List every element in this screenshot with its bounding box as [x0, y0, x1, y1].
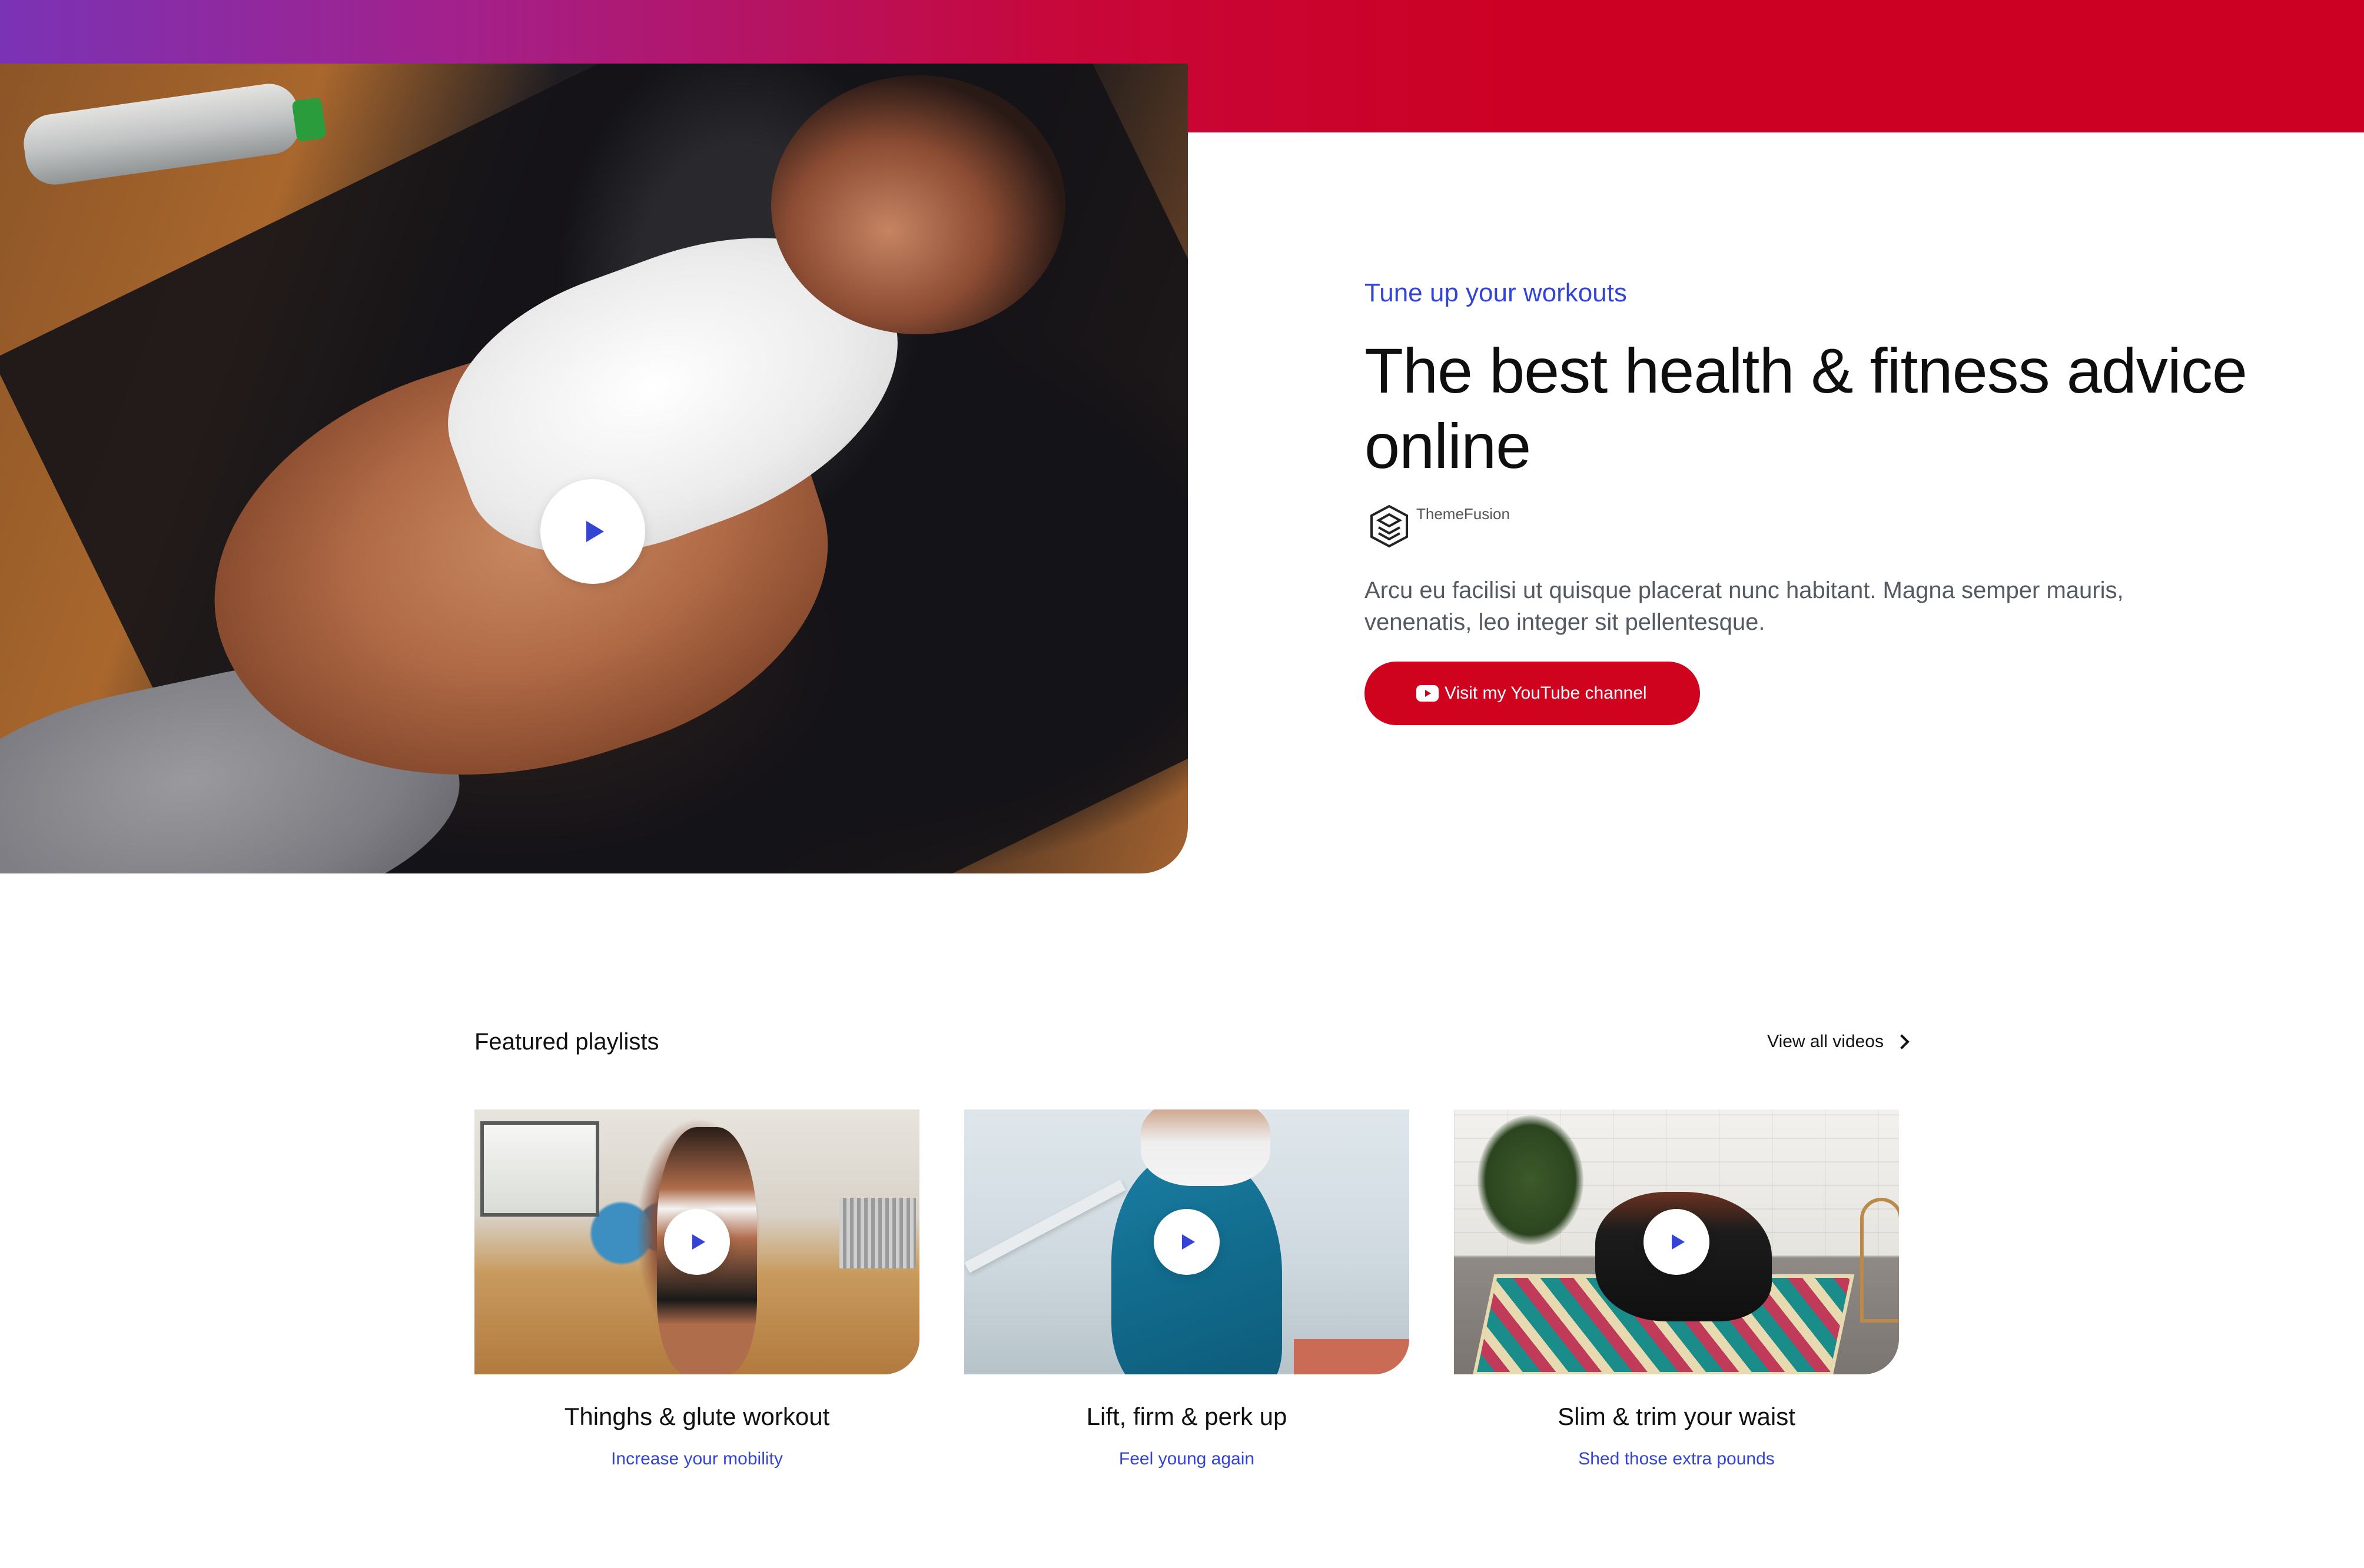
featured-playlists-section: Featured playlists View all videos Thing…: [474, 1024, 1910, 1469]
featured-header: Featured playlists View all videos: [474, 1024, 1910, 1059]
plant-shape: [1478, 1115, 1583, 1245]
hero-content: Tune up your workouts The best health & …: [1364, 277, 2247, 725]
playlist-subtitle[interactable]: Increase your mobility: [474, 1449, 919, 1469]
hero-title: The best health & fitness advice online: [1364, 335, 2247, 481]
play-icon: [692, 1234, 705, 1250]
head-shape: [771, 75, 1065, 334]
playlist-title[interactable]: Lift, firm & perk up: [964, 1401, 1409, 1433]
playlist-thumbnail[interactable]: [474, 1109, 919, 1374]
playlist-title[interactable]: Thinghs & glute workout: [474, 1401, 919, 1433]
hero-play-button[interactable]: [540, 479, 645, 584]
playlist-subtitle[interactable]: Feel young again: [964, 1449, 1409, 1469]
play-icon: [586, 521, 604, 542]
handrail-shape: [964, 1180, 1126, 1273]
play-icon: [1182, 1234, 1195, 1250]
featured-title: Featured playlists: [474, 1028, 659, 1055]
view-all-videos-link[interactable]: View all videos: [1767, 1032, 1910, 1052]
play-icon: [1672, 1234, 1685, 1250]
bottle-cap-shape: [291, 97, 327, 142]
playlist-thumbnail[interactable]: [964, 1109, 1409, 1374]
hero-description: Arcu eu facilisi ut quisque placerat nun…: [1364, 577, 2124, 635]
roof-shape: [1294, 1339, 1409, 1374]
author-name[interactable]: ThemeFusion: [1416, 505, 1510, 523]
chair-shape: [1860, 1198, 1899, 1323]
water-bottle-shape: [19, 79, 304, 189]
radiator-shape: [839, 1198, 916, 1268]
playlist-cards: Thinghs & glute workout Increase your mo…: [474, 1109, 1899, 1469]
playlist-card[interactable]: Lift, firm & perk up Feel young again: [964, 1109, 1409, 1469]
runner-torso-shape: [1141, 1109, 1270, 1186]
playlist-subtitle[interactable]: Shed those extra pounds: [1454, 1449, 1899, 1469]
playlist-card[interactable]: Slim & trim your waist Shed those extra …: [1454, 1109, 1899, 1469]
playlist-title[interactable]: Slim & trim your waist: [1454, 1401, 1899, 1433]
youtube-channel-button-label: Visit my YouTube channel: [1445, 683, 1647, 703]
themefusion-logo-icon: [1370, 504, 1408, 548]
playlist-play-button[interactable]: [664, 1209, 730, 1275]
playlist-card[interactable]: Thinghs & glute workout Increase your mo…: [474, 1109, 919, 1469]
youtube-channel-button[interactable]: Visit my YouTube channel: [1364, 662, 1700, 725]
chevron-right-icon: [1894, 1034, 1910, 1049]
author-block: ThemeFusion: [1364, 501, 2247, 551]
view-all-label: View all videos: [1767, 1032, 1884, 1051]
hero-eyebrow: Tune up your workouts: [1364, 278, 1627, 307]
window-shape: [480, 1121, 599, 1217]
playlist-play-button[interactable]: [1643, 1209, 1709, 1275]
playlist-thumbnail[interactable]: [1454, 1109, 1899, 1374]
youtube-icon: [1416, 685, 1439, 702]
hero-video-thumbnail[interactable]: [0, 64, 1188, 873]
playlist-play-button[interactable]: [1154, 1209, 1220, 1275]
